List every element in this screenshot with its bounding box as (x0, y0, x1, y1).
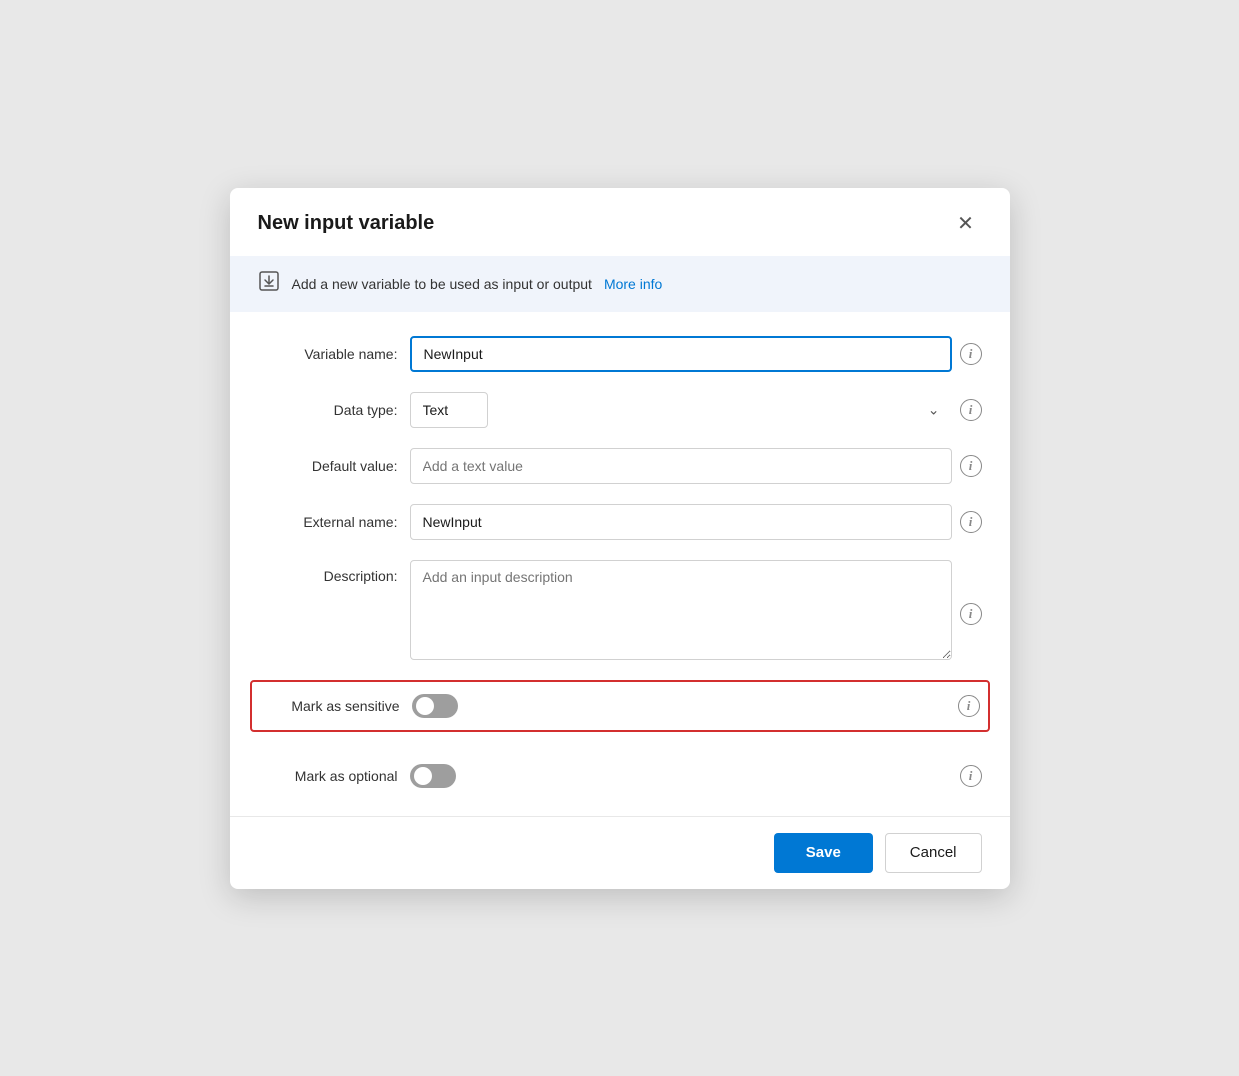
data-type-label: Data type: (258, 402, 398, 418)
dialog-header: New input variable ✕ (230, 188, 1010, 256)
mark-as-optional-knob (414, 767, 432, 785)
new-input-variable-dialog: New input variable ✕ Add a new variable … (230, 188, 1010, 889)
data-type-info-icon[interactable]: i (960, 399, 982, 421)
data-type-select[interactable]: Text Number Boolean Date List (410, 392, 488, 428)
variable-name-info-icon[interactable]: i (960, 343, 982, 365)
mark-as-optional-label: Mark as optional (258, 768, 398, 784)
close-button[interactable]: ✕ (950, 208, 982, 240)
description-label: Description: (258, 568, 398, 584)
default-value-info-icon[interactable]: i (960, 455, 982, 477)
description-row: Description: i (258, 560, 982, 660)
description-textarea[interactable] (410, 560, 952, 660)
mark-as-optional-toggle[interactable] (410, 764, 456, 788)
mark-as-sensitive-label: Mark as sensitive (260, 698, 400, 714)
variable-name-input-wrapper: i (410, 336, 982, 372)
mark-as-sensitive-info-icon[interactable]: i (958, 695, 980, 717)
banner-text: Add a new variable to be used as input o… (292, 276, 592, 292)
mark-as-sensitive-knob (416, 697, 434, 715)
cancel-button[interactable]: Cancel (885, 833, 982, 873)
description-info-icon[interactable]: i (960, 603, 982, 625)
dialog-body: Variable name: i Data type: Text Number … (230, 312, 1010, 816)
dialog-footer: Save Cancel (230, 816, 1010, 889)
save-button[interactable]: Save (774, 833, 873, 873)
external-name-label: External name: (258, 514, 398, 530)
default-value-input-wrapper: i (410, 448, 982, 484)
variable-name-label: Variable name: (258, 346, 398, 362)
default-value-row: Default value: i (258, 448, 982, 484)
description-input-wrapper: i (410, 560, 982, 660)
data-type-input-wrapper: Text Number Boolean Date List ⌄ i (410, 392, 982, 428)
mark-as-optional-row: Mark as optional i (258, 752, 982, 800)
data-type-row: Data type: Text Number Boolean Date List… (258, 392, 982, 428)
mark-as-optional-info-icon[interactable]: i (960, 765, 982, 787)
variable-name-row: Variable name: i (258, 336, 982, 372)
close-icon: ✕ (957, 211, 974, 236)
external-name-input-wrapper: i (410, 504, 982, 540)
external-name-row: External name: i (258, 504, 982, 540)
default-value-input[interactable] (410, 448, 952, 484)
download-icon (258, 270, 280, 298)
external-name-info-icon[interactable]: i (960, 511, 982, 533)
variable-name-input[interactable] (410, 336, 952, 372)
more-info-link[interactable]: More info (604, 276, 662, 292)
chevron-down-icon: ⌄ (928, 401, 940, 418)
mark-as-sensitive-row: Mark as sensitive i (250, 680, 990, 732)
data-type-select-wrapper: Text Number Boolean Date List ⌄ (410, 392, 952, 428)
mark-as-sensitive-toggle[interactable] (412, 694, 458, 718)
dialog-title: New input variable (258, 212, 435, 235)
info-banner: Add a new variable to be used as input o… (230, 256, 1010, 312)
default-value-label: Default value: (258, 458, 398, 474)
mark-as-optional-toggle-wrapper (410, 764, 948, 788)
mark-as-sensitive-toggle-wrapper (412, 694, 946, 718)
external-name-input[interactable] (410, 504, 952, 540)
